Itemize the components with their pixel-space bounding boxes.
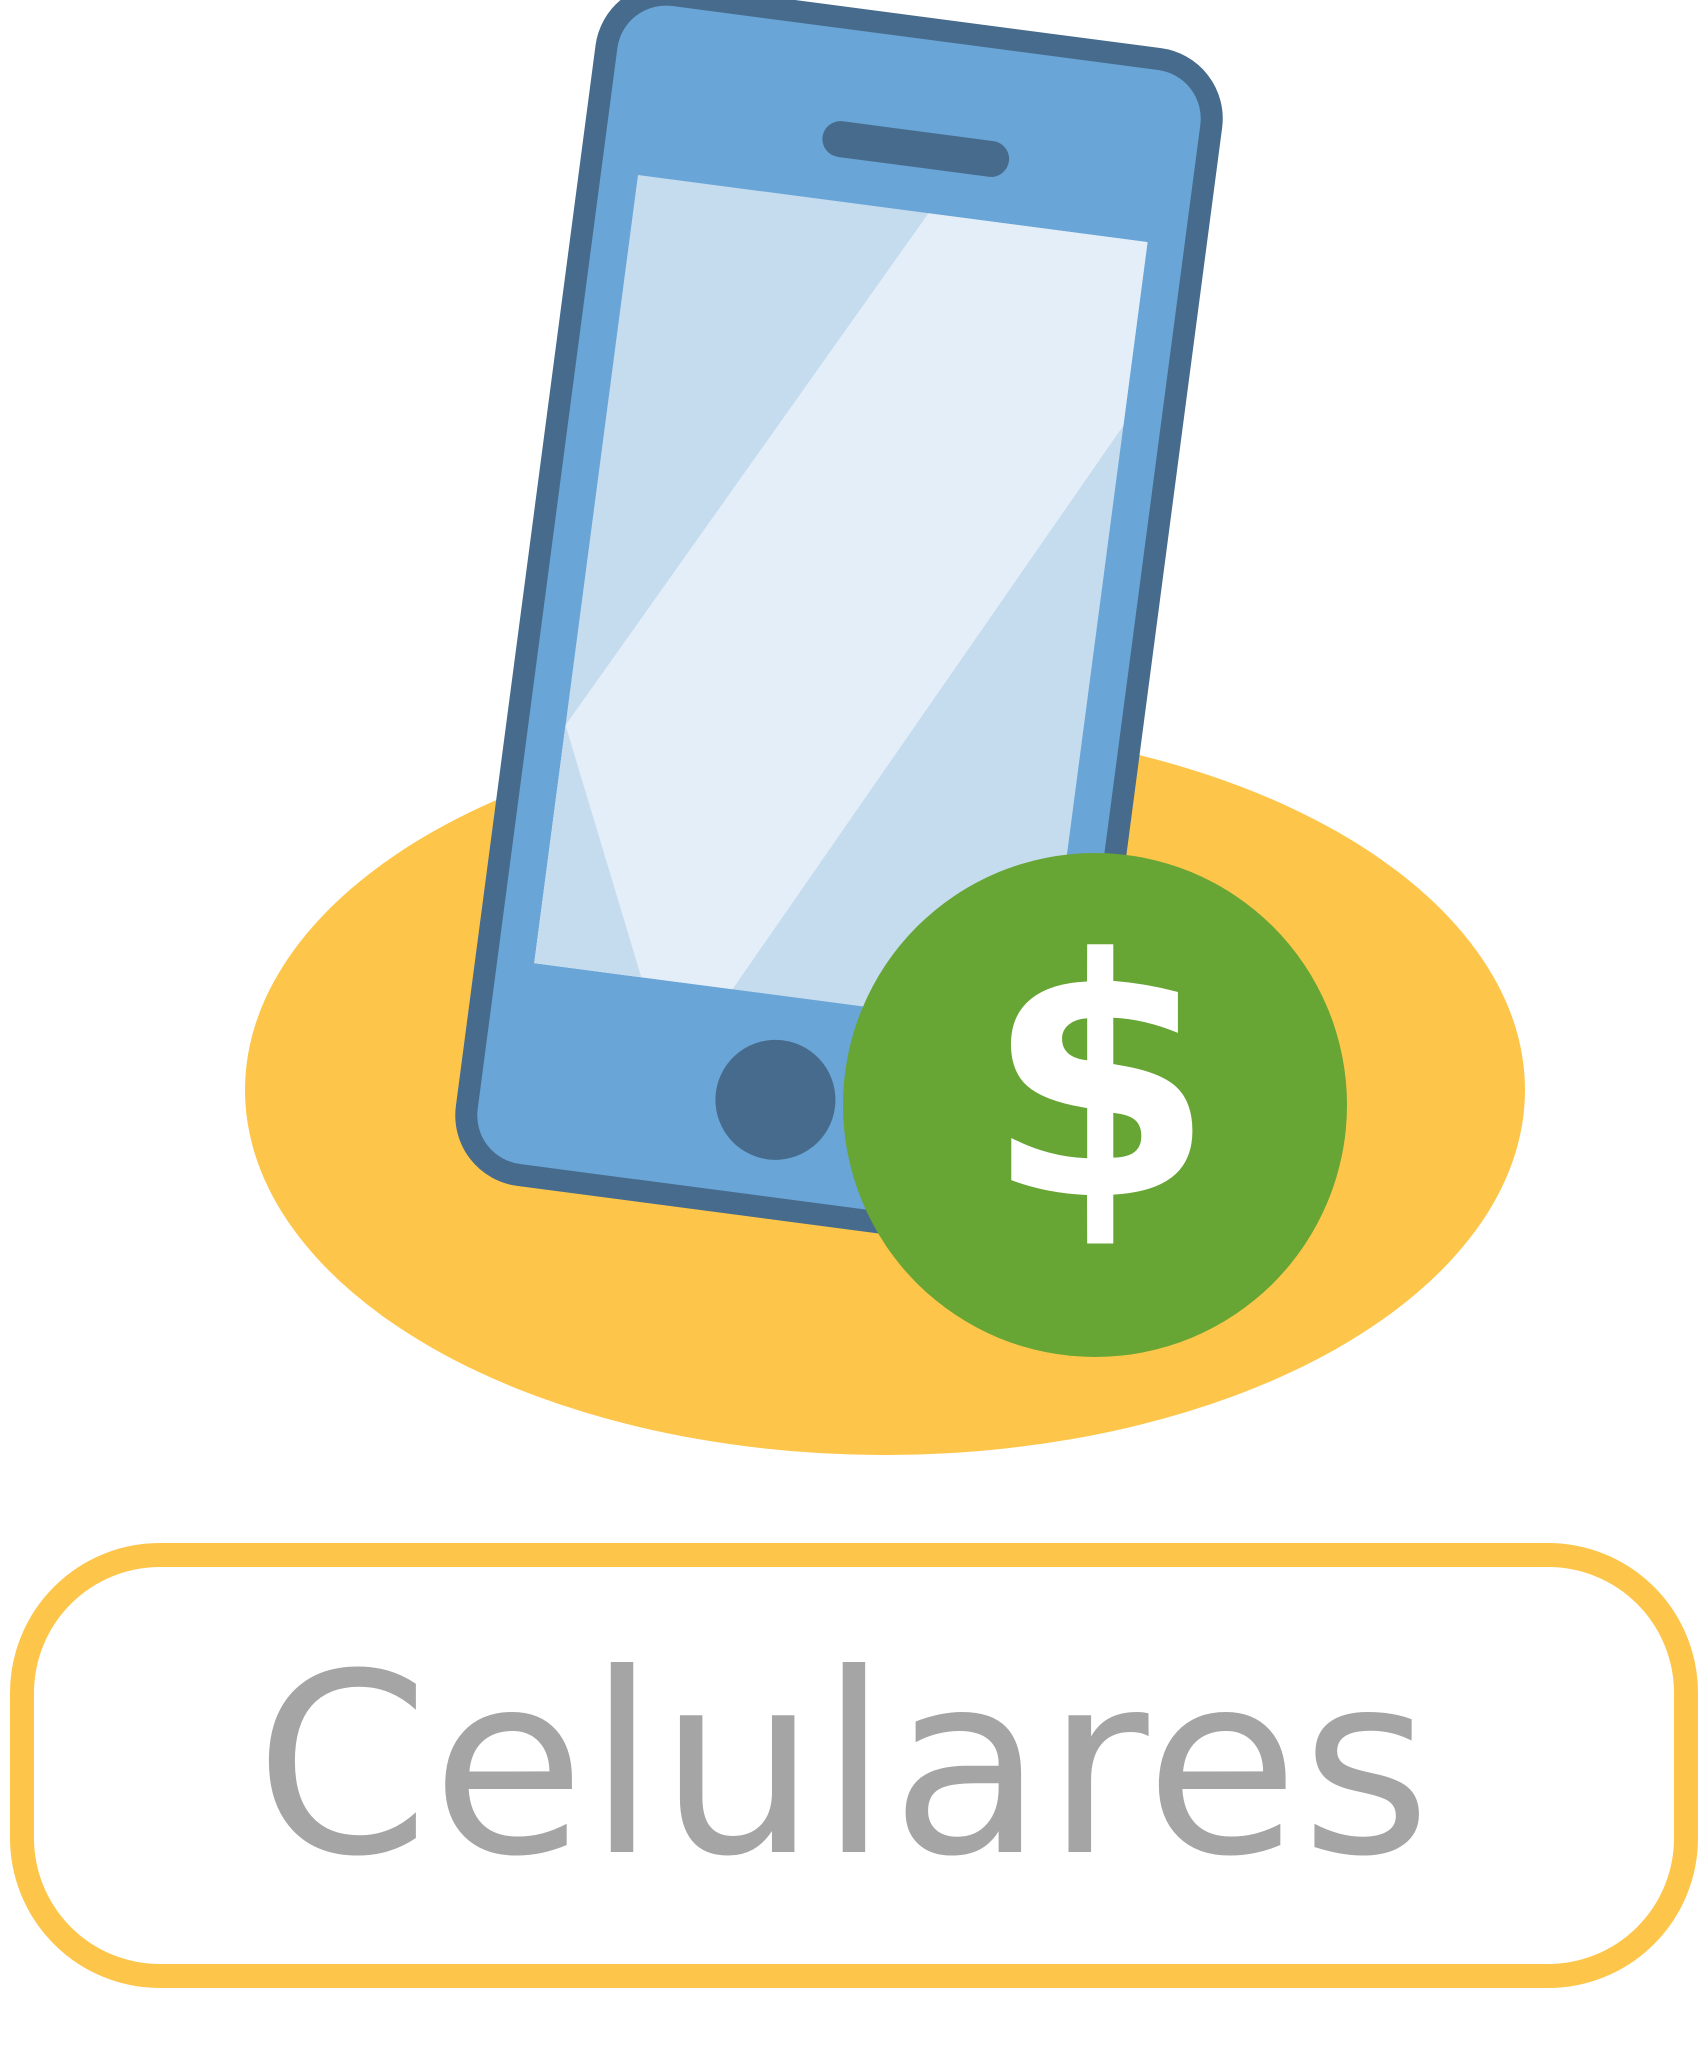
category-button-celulares[interactable]: Celulares bbox=[10, 1543, 1698, 1988]
svg-text:$: $ bbox=[985, 889, 1215, 1273]
dollar-sign-icon: $ bbox=[843, 853, 1347, 1357]
category-label: Celulares bbox=[254, 1619, 1434, 1911]
category-illustration: $ bbox=[0, 0, 1708, 1480]
